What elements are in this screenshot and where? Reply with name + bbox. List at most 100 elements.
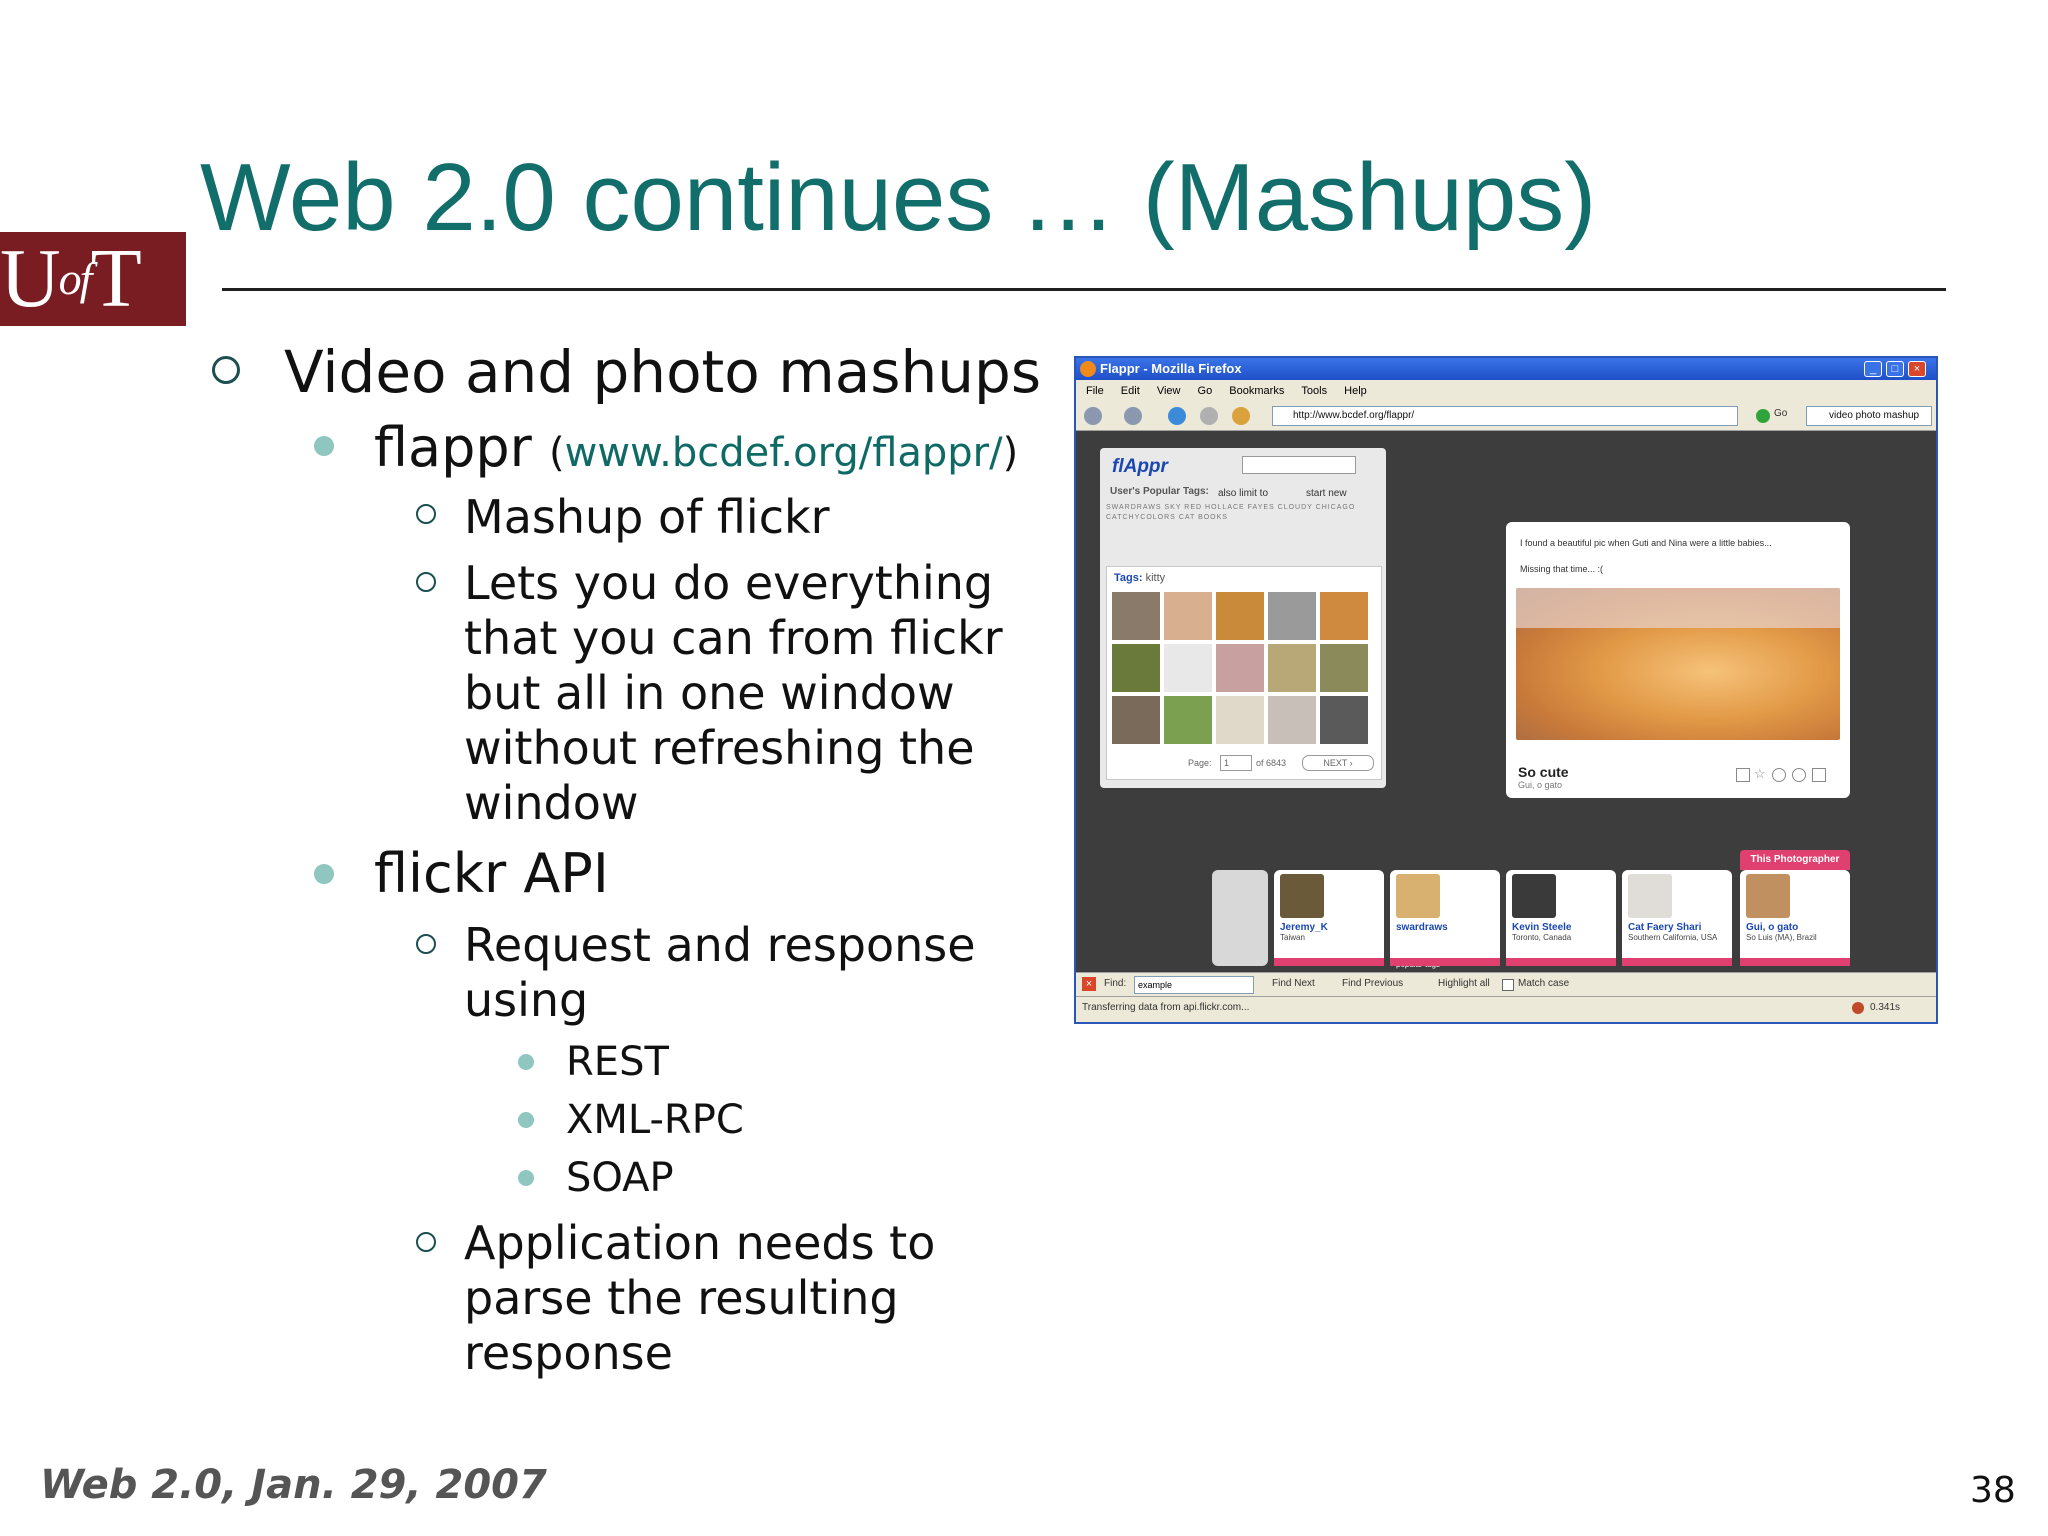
thumbnail[interactable] [1268, 592, 1316, 640]
find-next-button[interactable]: Find Next [1272, 978, 1315, 989]
firebug-icon[interactable] [1852, 1002, 1864, 1014]
user-location: Taiwan [1280, 933, 1305, 942]
tag-words-line[interactable]: CATCHYCOLORS CAT BOOKS [1106, 514, 1228, 521]
menu-help[interactable]: Help [1344, 385, 1367, 397]
this-photographer-tab[interactable]: This Photographer [1740, 850, 1850, 870]
user-card[interactable]: Kevin Steele Toronto, Canada [1506, 870, 1616, 966]
flappr-url-link[interactable]: www.bcdef.org/flappr/ [565, 430, 1003, 476]
thumbnail[interactable] [1164, 644, 1212, 692]
thumbnail[interactable] [1164, 696, 1212, 744]
avatar [1280, 874, 1324, 918]
search-box[interactable]: video photo mashup [1806, 406, 1932, 426]
user-location: So Luis (MA), Brazil [1746, 933, 1817, 942]
maximize-button[interactable]: □ [1886, 361, 1904, 377]
address-bar[interactable]: http://www.bcdef.org/flappr/ [1272, 406, 1738, 426]
find-input[interactable]: example [1134, 976, 1254, 994]
thumbnail[interactable] [1164, 592, 1212, 640]
thumbnail[interactable] [1112, 696, 1160, 744]
thumbnail[interactable] [1320, 696, 1368, 744]
menu-go[interactable]: Go [1198, 385, 1213, 397]
thumbnail[interactable] [1268, 696, 1316, 744]
save-icon[interactable] [1812, 768, 1826, 782]
home-icon[interactable] [1232, 407, 1250, 425]
text-line: response [464, 1326, 673, 1380]
close-find-icon[interactable]: × [1082, 977, 1096, 991]
menu-bookmarks[interactable]: Bookmarks [1229, 385, 1284, 397]
thumbnail[interactable] [1216, 696, 1264, 744]
dot-bullet-icon [518, 1054, 534, 1070]
thumbnail[interactable] [1320, 592, 1368, 640]
menu-view[interactable]: View [1157, 385, 1181, 397]
close-button[interactable]: × [1908, 361, 1926, 377]
photo-owner: Gui, o gato [1518, 780, 1563, 790]
user-name: Kevin Steele [1512, 922, 1572, 933]
user-card[interactable]: Cat Faery Shari Southern California, USA [1622, 870, 1732, 966]
find-label: Find: [1104, 978, 1127, 989]
user-name: Gui, o gato [1746, 922, 1799, 933]
avatar [1512, 874, 1556, 918]
tag-words-line[interactable]: SWARDRAWS SKY RED HOLLACE FAYES CLOUDY C… [1106, 504, 1355, 511]
match-case-checkbox[interactable] [1502, 979, 1514, 991]
photo-title: So cute [1518, 764, 1569, 780]
title-divider [222, 288, 1946, 291]
bullet-mashup-of-flickr: Mashup of flickr [464, 490, 830, 544]
logo-letter-u: U [0, 232, 61, 325]
minimize-button[interactable]: _ [1864, 361, 1882, 377]
forward-icon[interactable] [1124, 407, 1142, 425]
text-line: Lets you do everything [464, 556, 994, 610]
slide-footer: Web 2.0, Jan. 29, 2007 [40, 1462, 547, 1508]
dot-bullet-icon [314, 864, 334, 884]
firefox-icon [1080, 361, 1096, 377]
photo-caption: I found a beautiful pic when Guti and Ni… [1520, 538, 1772, 548]
loop-icon[interactable] [1772, 768, 1786, 782]
copy-icon[interactable] [1736, 768, 1750, 782]
bullet-rest: REST [566, 1039, 669, 1085]
back-icon[interactable] [1084, 407, 1102, 425]
dot-bullet-icon [518, 1112, 534, 1128]
text-line: but all in one window [464, 666, 955, 720]
text-line: that you can from flickr [464, 611, 1003, 665]
user-card[interactable]: Jeremy_K Taiwan [1274, 870, 1384, 966]
text-line: Application needs to [464, 1216, 936, 1270]
thumbnail[interactable] [1320, 644, 1368, 692]
start-new-label[interactable]: start new [1306, 488, 1347, 499]
page-input[interactable]: 1 [1220, 755, 1252, 771]
logo-letter-t: T [90, 232, 141, 325]
go-icon[interactable] [1756, 409, 1770, 423]
next-button[interactable]: NEXT › [1302, 755, 1374, 771]
logo-text: UofT [0, 232, 186, 326]
avatar [1396, 874, 1440, 918]
tags-label-text: Tags: [1114, 572, 1143, 584]
ring-bullet-icon [212, 356, 240, 384]
thumbnail[interactable] [1268, 644, 1316, 692]
text-line: using [464, 973, 589, 1027]
menu-tools[interactable]: Tools [1301, 385, 1327, 397]
thumbnail[interactable] [1112, 644, 1160, 692]
thumbnail[interactable] [1216, 644, 1264, 692]
paren-close: ) [1002, 430, 1019, 476]
star-icon[interactable]: ☆ [1754, 766, 1766, 782]
go-label[interactable]: Go [1774, 408, 1787, 419]
text-line: parse the resulting [464, 1271, 899, 1325]
reload-icon[interactable] [1168, 407, 1186, 425]
link-icon[interactable] [1792, 768, 1806, 782]
user-name: swardraws [1396, 922, 1448, 933]
ring-bullet-icon [416, 504, 436, 524]
bullet-application-needs: Application needs to parse the resulting… [464, 1216, 935, 1381]
page-number: 38 [1970, 1470, 2016, 1511]
stop-icon[interactable] [1200, 407, 1218, 425]
flappr-search-input[interactable] [1242, 456, 1356, 474]
find-previous-button[interactable]: Find Previous [1342, 978, 1403, 989]
text-line: window [464, 776, 639, 830]
menu-file[interactable]: File [1086, 385, 1104, 397]
user-card[interactable]: Gui, o gato So Luis (MA), Brazil [1740, 870, 1850, 966]
user-name: Jeremy_K [1280, 922, 1328, 933]
dot-bullet-icon [314, 436, 334, 456]
highlight-all-button[interactable]: Highlight all [1438, 978, 1490, 989]
menu-edit[interactable]: Edit [1121, 385, 1140, 397]
users-toggle-icon[interactable] [1212, 870, 1268, 966]
thumbnail[interactable] [1216, 592, 1264, 640]
thumbnail[interactable] [1112, 592, 1160, 640]
match-case-label: Match case [1518, 978, 1570, 989]
user-card[interactable]: swardraws [1390, 870, 1500, 966]
